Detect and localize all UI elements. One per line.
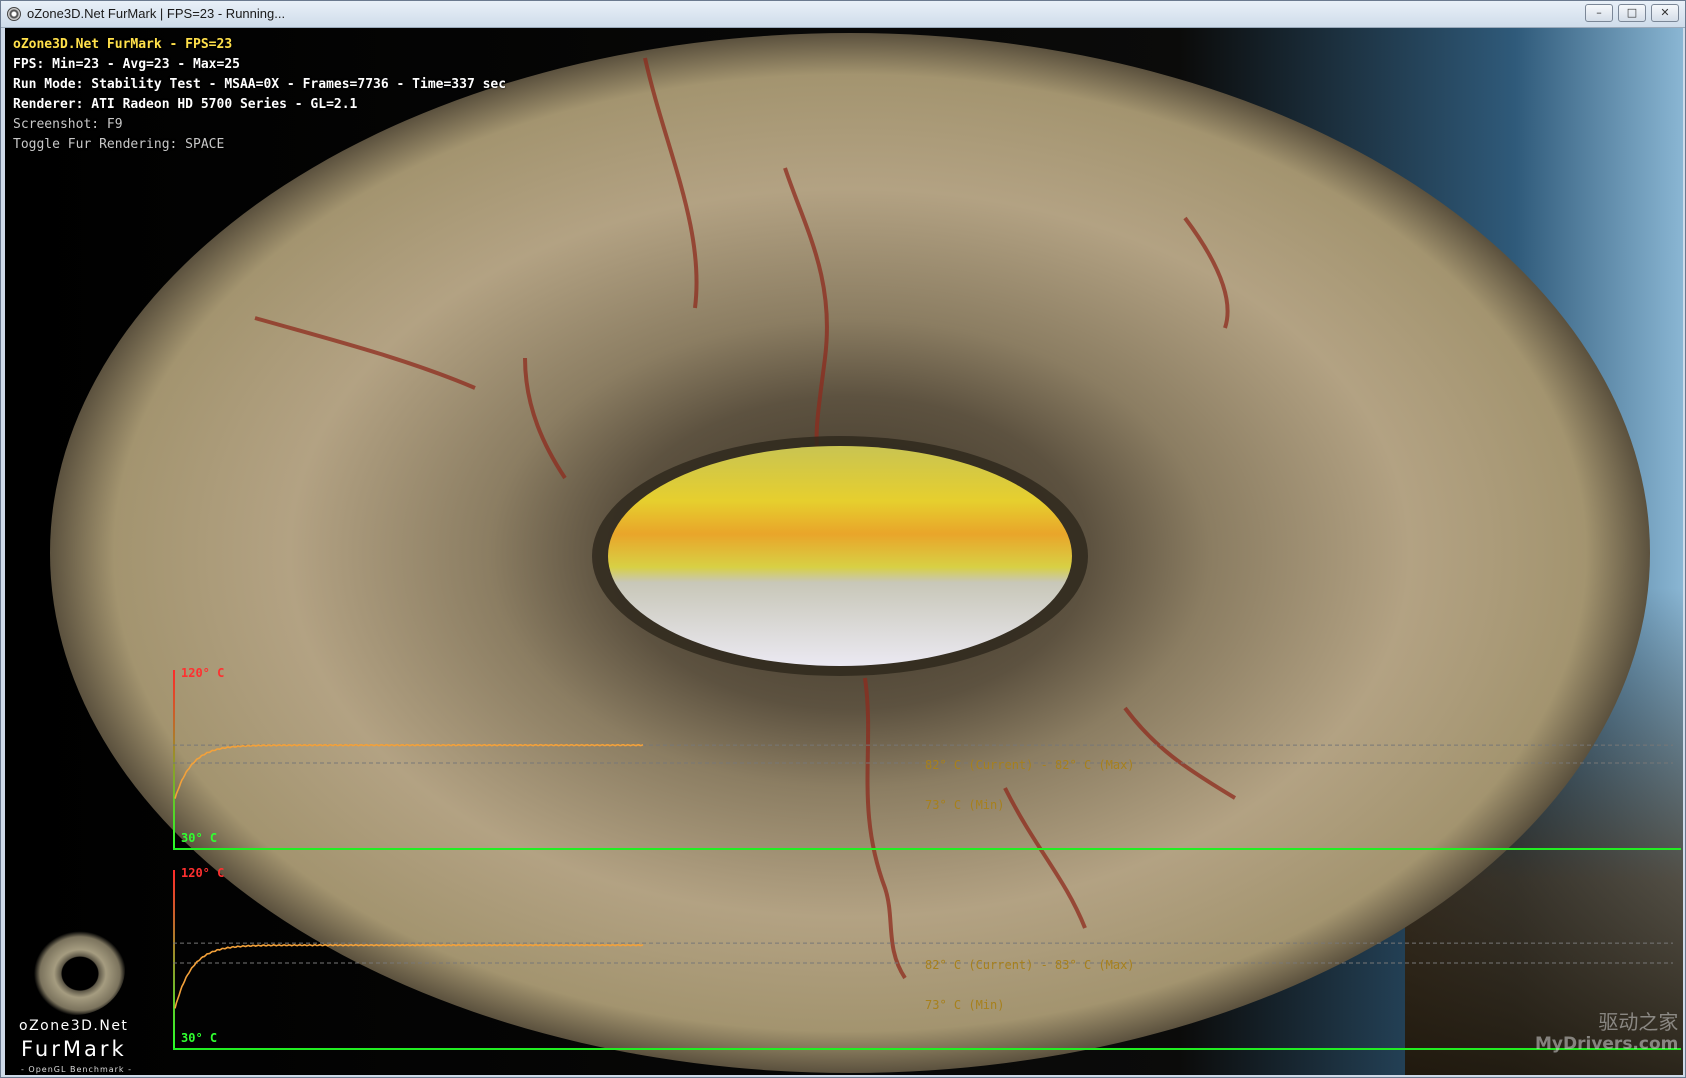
temperature-curve (174, 943, 644, 1009)
furmark-window: oZone3D.Net FurMark | FPS=23 - Running..… (0, 0, 1686, 1078)
hud-toggle-hint: Toggle Fur Rendering: SPACE (13, 137, 225, 152)
hud-fps: FPS: Min=23 - Avg=23 - Max=25 (13, 57, 240, 72)
logo-tagline: - OpenGL Benchmark - (21, 1065, 132, 1074)
temperature-curve (174, 743, 644, 799)
window-title: oZone3D.Net FurMark | FPS=23 - Running..… (27, 6, 286, 21)
stats-overlay: oZone3D.Net FurMark - FPS=23 FPS: Min=23… (13, 35, 506, 155)
hud-renderer: Renderer: ATI Radeon HD 5700 Series - GL… (13, 97, 358, 112)
close-button[interactable]: ✕ (1651, 4, 1679, 22)
hud-screenshot-hint: Screenshot: F9 (13, 117, 123, 132)
temp-current-max-readout: 82° C (Current) - 82° C (Max) (925, 758, 1135, 772)
furmark-app-icon[interactable] (7, 7, 21, 21)
temp-min-readout: 73° C (Min) (925, 798, 1005, 812)
temp-min-readout: 73° C (Min) (925, 998, 1005, 1012)
furmark-logo: oZone3D.Net FurMark - OpenGL Benchmark - (13, 923, 143, 1074)
watermark-chinese: 驱动之家 (1598, 1010, 1679, 1034)
gpu-temp-graph-2: 120° C 30° C 82° C (Current) - 83° C (Ma… (173, 866, 1681, 1060)
gpu-temp-graph-1: 120° C 30° C 82° C (Current) - 82° C (Ma… (173, 666, 1681, 860)
watermark-url: MyDrivers.com (1535, 1034, 1679, 1054)
hud-title: oZone3D.Net FurMark - FPS=23 (13, 37, 233, 52)
temp-current-max-readout: 82° C (Current) - 83° C (Max) (925, 958, 1135, 972)
site-watermark: 驱动之家 MyDrivers.com (1535, 1011, 1678, 1055)
render-viewport[interactable]: oZone3D.Net FurMark - FPS=23 FPS: Min=23… (5, 28, 1683, 1075)
minimize-button[interactable]: – (1585, 4, 1613, 22)
fur-donut-icon (25, 923, 125, 1015)
title-bar[interactable]: oZone3D.Net FurMark | FPS=23 - Running..… (1, 1, 1685, 28)
logo-brand: oZone3D.Net (19, 1018, 129, 1034)
hud-run-mode: Run Mode: Stability Test - MSAA=0X - Fra… (13, 77, 507, 92)
logo-product: FurMark (21, 1037, 127, 1061)
maximize-button[interactable]: □ (1618, 4, 1646, 22)
